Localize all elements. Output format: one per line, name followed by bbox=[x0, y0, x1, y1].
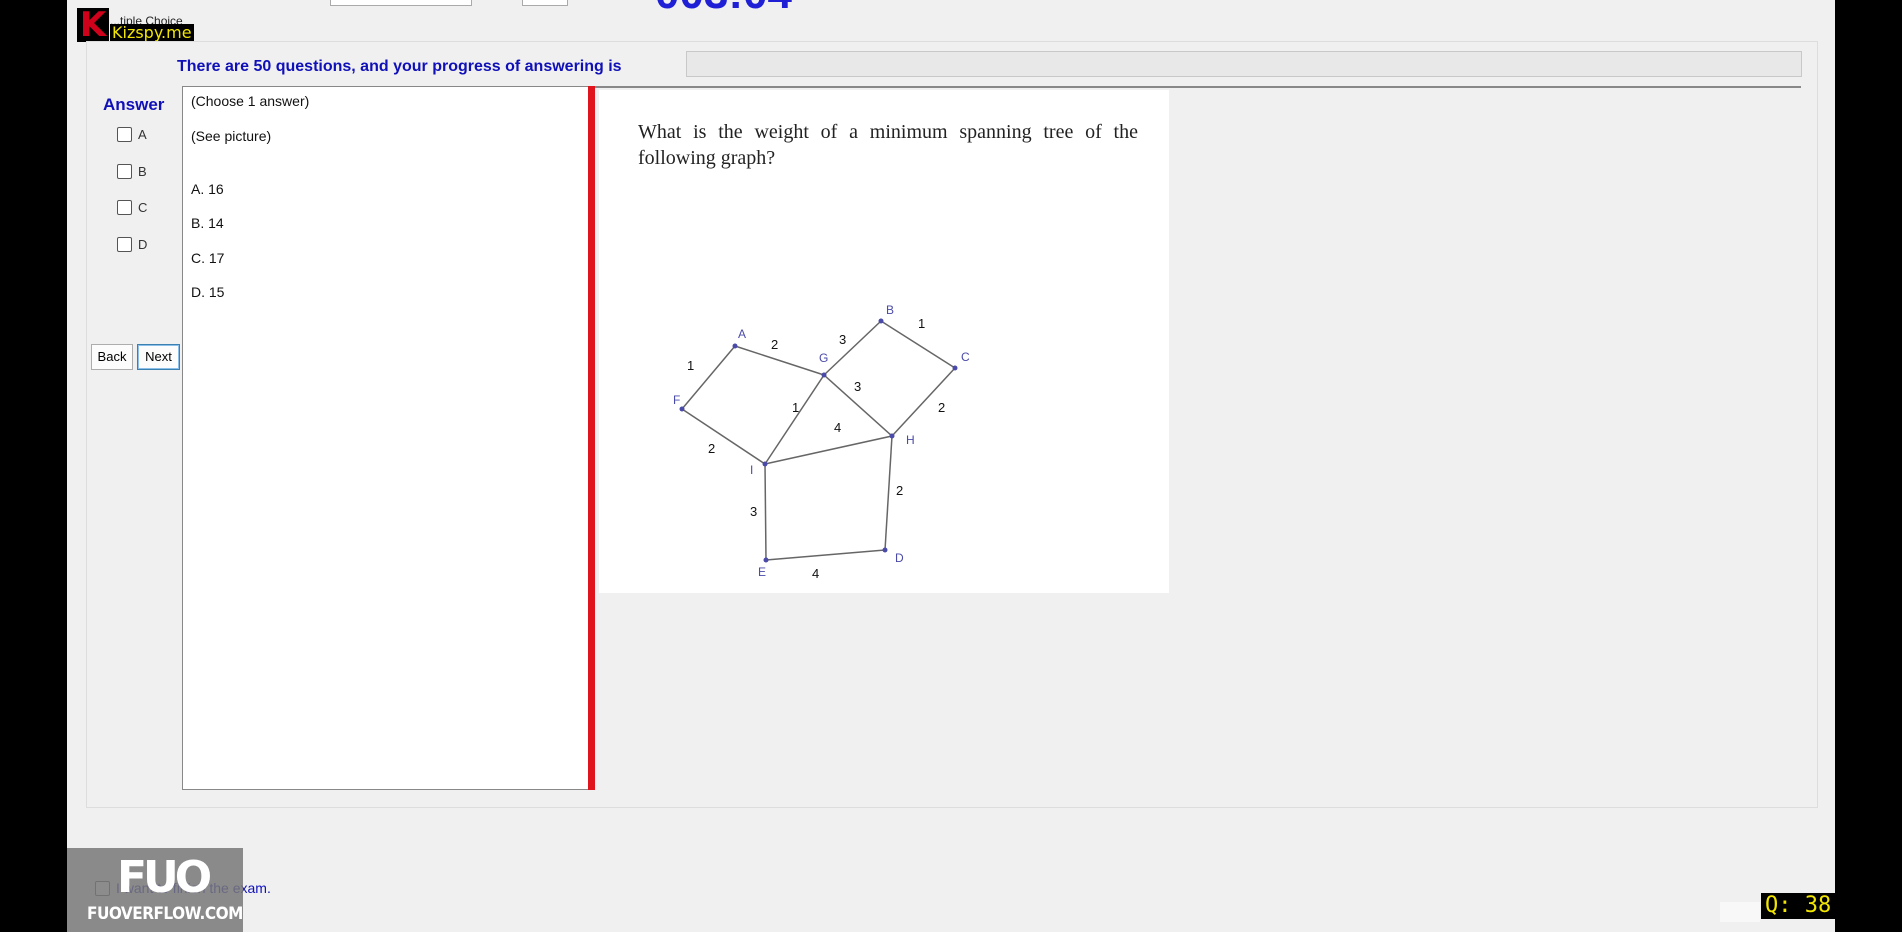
graph-node-G bbox=[821, 372, 827, 378]
progress-bar bbox=[686, 51, 1802, 77]
instruction-text: (Choose 1 answer) bbox=[191, 93, 310, 109]
graph-figure: 1 2 3 1 3 2 1 4 2 3 2 4 A B C D E F G H I bbox=[673, 303, 970, 581]
checkbox-b[interactable] bbox=[117, 164, 132, 179]
graph-edge-E-D bbox=[765, 549, 886, 561]
checkbox-a[interactable] bbox=[117, 127, 132, 142]
note-text: (See picture) bbox=[191, 128, 272, 144]
edge-weight-A-G: 2 bbox=[771, 337, 778, 352]
graph-edge-C-H bbox=[891, 367, 956, 437]
edge-weight-H-D: 2 bbox=[896, 483, 903, 498]
node-label-E: E bbox=[758, 565, 766, 579]
divider bbox=[592, 86, 1801, 88]
choice-d: D. 15 bbox=[191, 284, 225, 300]
graph-edge-H-D bbox=[884, 435, 893, 551]
edge-weight-F-A: 1 bbox=[687, 358, 694, 373]
graph-node-B bbox=[878, 318, 884, 324]
graph-node-E bbox=[763, 557, 769, 563]
graph-node-I bbox=[762, 461, 768, 467]
edge-weight-I-E: 3 bbox=[750, 504, 757, 519]
status-box bbox=[1720, 902, 1760, 922]
checkbox-d[interactable] bbox=[117, 237, 132, 252]
graph-edge-F-A bbox=[681, 345, 736, 410]
question-panel: What is the weight of a minimum spanning… bbox=[599, 90, 1169, 593]
graph-edge-G-B bbox=[823, 320, 882, 376]
graph-edge-G-I bbox=[764, 374, 825, 465]
choice-a: A. 16 bbox=[191, 181, 224, 197]
countdown-timer: 003:04 bbox=[655, 0, 792, 16]
font-size-field[interactable] bbox=[522, 0, 568, 6]
edge-weight-G-I: 1 bbox=[792, 400, 799, 415]
brand-logo-icon: K bbox=[77, 8, 109, 42]
graph-node-H bbox=[889, 433, 895, 439]
node-label-A: A bbox=[738, 327, 746, 341]
answer-option-d[interactable]: D bbox=[117, 237, 147, 252]
node-label-D: D bbox=[895, 551, 904, 565]
edge-weight-F-I: 2 bbox=[708, 441, 715, 456]
back-button[interactable]: Back bbox=[91, 344, 133, 370]
edge-weight-G-H: 3 bbox=[854, 379, 861, 394]
choice-b: B. 14 bbox=[191, 215, 224, 231]
node-label-G: G bbox=[819, 351, 828, 365]
answer-text-panel: (Choose 1 answer) (See picture) A. 16 B.… bbox=[182, 86, 590, 790]
node-label-H: H bbox=[906, 433, 915, 447]
watermark: FUO FUOVERFLOW.COM bbox=[67, 848, 243, 932]
choice-c: C. 17 bbox=[191, 250, 225, 266]
graph-node-F bbox=[679, 406, 685, 412]
brand-logo-text: Kizspy.me bbox=[110, 23, 194, 42]
graph-edge-A-G bbox=[734, 345, 825, 376]
answer-option-c[interactable]: C bbox=[117, 200, 147, 215]
edge-weight-I-H: 4 bbox=[834, 420, 841, 435]
question-counter: Q: 38 bbox=[1761, 893, 1836, 919]
edge-weight-G-B: 3 bbox=[839, 332, 846, 347]
node-label-F: F bbox=[673, 393, 680, 407]
graph-edge-I-E bbox=[764, 463, 767, 561]
graph-edge-F-I bbox=[681, 408, 766, 465]
answer-option-a[interactable]: A bbox=[117, 127, 147, 142]
graph-node-C bbox=[952, 365, 958, 371]
fuo-logo: FUO bbox=[117, 852, 212, 903]
answer-option-b[interactable]: B bbox=[117, 164, 147, 179]
graph-edge-I-H bbox=[764, 435, 893, 465]
progress-label: There are 50 questions, and your progres… bbox=[177, 58, 622, 75]
panel-splitter[interactable] bbox=[588, 86, 595, 790]
watermark-text: FUOVERFLOW.COM bbox=[87, 904, 243, 924]
node-label-I: I bbox=[750, 463, 753, 477]
node-label-B: B bbox=[886, 303, 894, 317]
answer-heading: Answer bbox=[103, 95, 165, 114]
exam-code-field[interactable] bbox=[330, 0, 472, 6]
graph-node-D bbox=[882, 547, 888, 553]
edge-weight-B-C: 1 bbox=[918, 316, 925, 331]
edge-weight-C-H: 2 bbox=[938, 400, 945, 415]
node-label-C: C bbox=[961, 350, 970, 364]
edge-weight-E-D: 4 bbox=[812, 566, 819, 581]
next-button[interactable]: Next bbox=[137, 344, 180, 370]
graph-node-A bbox=[732, 343, 738, 349]
checkbox-c[interactable] bbox=[117, 200, 132, 215]
question-text: What is the weight of a minimum spanning… bbox=[638, 121, 1138, 169]
